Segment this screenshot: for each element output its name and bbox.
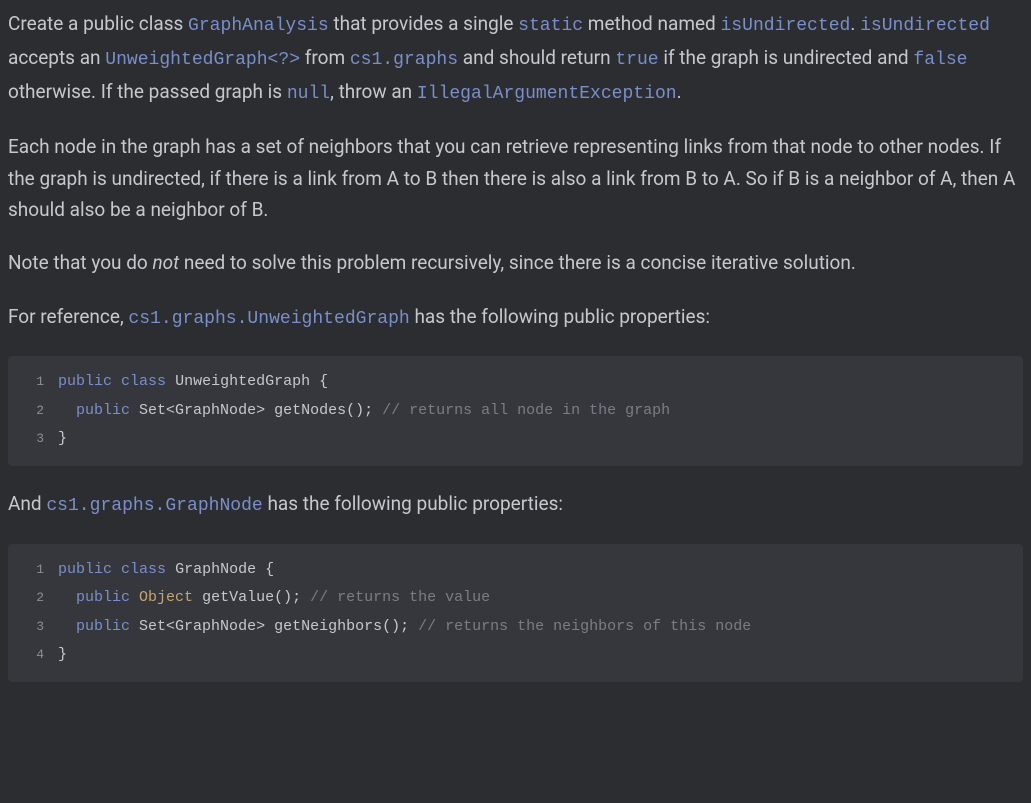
inline-code: isUndirected <box>860 16 990 36</box>
text: that provides a single <box>329 12 518 35</box>
text: For reference, <box>8 305 128 328</box>
paragraph-3: Note that you do not need to solve this … <box>8 247 1023 278</box>
code-line: 1 public class GraphNode { <box>22 556 1009 585</box>
inline-code: null <box>287 84 330 104</box>
code-content: public Set<GraphNode> getNodes(); // ret… <box>58 397 670 426</box>
paragraph-4: For reference, cs1.graphs.UnweightedGrap… <box>8 301 1023 335</box>
code-content: } <box>58 641 67 670</box>
inline-code: GraphAnalysis <box>188 16 329 36</box>
inline-code: true <box>615 50 658 70</box>
text: Note that you do <box>8 251 152 274</box>
inline-code: cs1.graphs.GraphNode <box>46 496 262 516</box>
text: from <box>300 46 350 69</box>
line-number: 1 <box>22 558 44 583</box>
code-content: public Set<GraphNode> getNeighbors(); //… <box>58 613 751 642</box>
line-number: 2 <box>22 399 44 424</box>
text: , throw an <box>330 80 417 103</box>
text: Create a public class <box>8 12 188 35</box>
text: has the following public properties: <box>263 492 563 515</box>
code-line: 2 public Object getValue(); // returns t… <box>22 584 1009 613</box>
line-number: 3 <box>22 615 44 640</box>
inline-code: cs1.graphs.UnweightedGraph <box>128 309 409 329</box>
line-number: 4 <box>22 643 44 668</box>
text: accepts an <box>8 46 105 69</box>
paragraph-1: Create a public class GraphAnalysis that… <box>8 8 1023 109</box>
line-number: 1 <box>22 370 44 395</box>
text: otherwise. If the passed graph is <box>8 80 287 103</box>
code-line: 3 public Set<GraphNode> getNeighbors(); … <box>22 613 1009 642</box>
text: . <box>677 80 682 103</box>
line-number: 2 <box>22 586 44 611</box>
code-content: public class UnweightedGraph { <box>58 368 328 397</box>
inline-code: IllegalArgumentException <box>417 84 677 104</box>
inline-code: false <box>913 50 967 70</box>
text: if the graph is undirected and <box>659 46 914 69</box>
paragraph-5: And cs1.graphs.GraphNode has the followi… <box>8 488 1023 522</box>
inline-code: static <box>518 16 583 36</box>
code-block-graph-node: 1 public class GraphNode { 2 public Obje… <box>8 544 1023 682</box>
inline-code: cs1.graphs <box>350 50 458 70</box>
italic-text: not <box>152 251 179 274</box>
line-number: 3 <box>22 427 44 452</box>
text: method named <box>583 12 720 35</box>
text: need to solve this problem recursively, … <box>179 251 856 274</box>
text: and should return <box>458 46 615 69</box>
code-line: 1 public class UnweightedGraph { <box>22 368 1009 397</box>
inline-code: isUndirected <box>720 16 850 36</box>
code-content: public Object getValue(); // returns the… <box>58 584 490 613</box>
text: And <box>8 492 46 515</box>
code-line: 2 public Set<GraphNode> getNodes(); // r… <box>22 397 1009 426</box>
code-line: 3 } <box>22 425 1009 454</box>
code-line: 4 } <box>22 641 1009 670</box>
text: has the following public properties: <box>410 305 710 328</box>
code-content: } <box>58 425 67 454</box>
inline-code: UnweightedGraph<?> <box>105 50 300 70</box>
text: . <box>850 12 860 35</box>
code-block-unweighted-graph: 1 public class UnweightedGraph { 2 publi… <box>8 356 1023 466</box>
paragraph-2: Each node in the graph has a set of neig… <box>8 131 1023 225</box>
code-content: public class GraphNode { <box>58 556 274 585</box>
